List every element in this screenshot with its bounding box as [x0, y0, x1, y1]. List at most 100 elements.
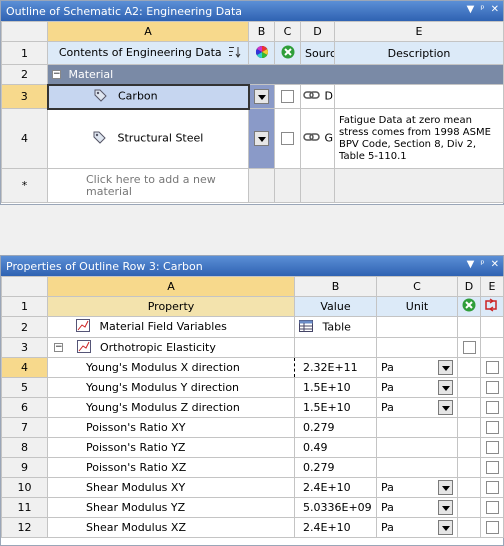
property-header[interactable]: Property — [47, 296, 295, 317]
unit-dropdown-icon[interactable] — [438, 520, 453, 535]
unit-cell[interactable]: Pa — [376, 377, 458, 398]
value-cell[interactable]: 2.4E+10 — [294, 477, 377, 498]
value-cell[interactable]: 5.0336E+09 — [294, 497, 377, 518]
table-row[interactable]: 11 Shear Modulus YZ 5.0336E+09 Pa — [1, 497, 504, 518]
parameter-checkbox[interactable] — [485, 461, 499, 475]
column-header-b[interactable]: B — [294, 276, 377, 297]
table-row[interactable]: 8 Poisson's Ratio YZ 0.49 — [1, 437, 504, 458]
table-row[interactable]: 9 Poisson's Ratio XZ 0.279 — [1, 457, 504, 478]
unit-cell[interactable]: Pa — [376, 497, 458, 518]
e-cell[interactable] — [480, 437, 504, 458]
e-cell[interactable] — [480, 397, 504, 418]
unit-dropdown-icon[interactable] — [438, 500, 453, 515]
dropdown-arrow-icon[interactable] — [254, 131, 269, 146]
suppress-header-cell[interactable] — [457, 296, 481, 317]
collapse-icon[interactable]: − — [52, 70, 61, 80]
sort-icon[interactable] — [228, 46, 241, 61]
parameter-checkbox[interactable] — [485, 441, 499, 455]
parameter-checkbox[interactable] — [485, 361, 499, 375]
properties-dropdown-button[interactable]: ▼ — [467, 258, 475, 272]
properties-close-button[interactable]: ✕ — [491, 258, 499, 272]
carbon-suppress-cell[interactable] — [274, 84, 301, 109]
table-row[interactable]: 12 Shear Modulus XZ 2.4E+10 Pa — [1, 517, 504, 538]
unit-dropdown-icon[interactable] — [438, 360, 453, 375]
table-row[interactable]: 6 Young's Modulus Z direction 1.5E+10 Pa — [1, 397, 504, 418]
carbon-description-cell[interactable] — [334, 84, 504, 109]
properties-pin-button[interactable]: ᵖ — [480, 258, 484, 272]
value-cell[interactable]: 1.5E+10 — [294, 397, 377, 418]
add-material-cell[interactable]: Click here to add a new material — [47, 168, 249, 203]
table-row[interactable]: 10 Shear Modulus XY 2.4E+10 Pa — [1, 477, 504, 498]
contents-header-cell[interactable]: Contents of Engineering Data — [47, 41, 249, 65]
table-row[interactable]: 4 Structural Steel G Fatigue Data at zer… — [1, 108, 504, 169]
value-cell[interactable]: 2.4E+10 — [294, 517, 377, 538]
property-cell[interactable]: Material Field Variables — [47, 316, 295, 338]
column-header-d[interactable]: D — [457, 276, 481, 297]
parameter-checkbox[interactable] — [485, 381, 499, 395]
e-cell[interactable] — [480, 517, 504, 538]
property-cell[interactable]: Shear Modulus XY — [47, 477, 295, 498]
outline-close-button[interactable]: ✕ — [491, 3, 499, 17]
column-header-e[interactable]: E — [334, 21, 504, 42]
value-cell[interactable]: 0.279 — [294, 457, 377, 478]
suppress-checkbox[interactable] — [281, 90, 294, 104]
parameter-checkbox[interactable] — [485, 481, 499, 495]
source-header[interactable]: Source — [300, 41, 335, 65]
suppress-checkbox[interactable] — [281, 132, 294, 146]
parameter-checkbox[interactable] — [485, 521, 499, 535]
column-header-c[interactable]: C — [274, 21, 301, 42]
e-cell[interactable] — [480, 377, 504, 398]
value-cell[interactable]: Table — [294, 316, 377, 338]
unit-header[interactable]: Unit — [376, 296, 458, 317]
steel-suppress-cell[interactable] — [274, 108, 301, 169]
column-header-a[interactable]: A — [47, 21, 249, 42]
property-cell[interactable]: Young's Modulus X direction — [47, 357, 295, 378]
color-wheel-header-cell[interactable] — [248, 41, 275, 65]
column-header-b[interactable]: B — [248, 21, 275, 42]
property-cell[interactable]: Poisson's Ratio XZ — [47, 457, 295, 478]
unit-cell[interactable]: Pa — [376, 397, 458, 418]
column-header-d[interactable]: D — [300, 21, 335, 42]
table-row[interactable]: 3 Carbon D — [1, 83, 504, 110]
d-cell[interactable] — [457, 337, 481, 358]
table-row[interactable]: 3 − Orthotropic Elasticity — [1, 337, 504, 358]
parameter-header-cell[interactable] — [480, 296, 504, 317]
property-cell[interactable]: Shear Modulus YZ — [47, 497, 295, 518]
e-cell[interactable] — [480, 477, 504, 498]
property-cell[interactable]: Young's Modulus Y direction — [47, 377, 295, 398]
e-cell[interactable] — [480, 457, 504, 478]
value-cell[interactable]: 0.279 — [294, 417, 377, 438]
steel-source-cell[interactable]: G — [300, 108, 335, 169]
property-cell[interactable]: Shear Modulus XZ — [47, 517, 295, 538]
property-cell[interactable]: Poisson's Ratio XY — [47, 417, 295, 438]
column-header-c[interactable]: C — [376, 276, 458, 297]
description-header[interactable]: Description — [334, 41, 504, 65]
unit-cell[interactable]: Pa — [376, 357, 458, 378]
e-cell[interactable] — [480, 497, 504, 518]
dropdown-arrow-icon[interactable] — [254, 89, 270, 104]
material-group-row[interactable]: − Material — [47, 64, 504, 85]
e-cell[interactable] — [480, 417, 504, 438]
outline-pin-button[interactable]: ᵖ — [480, 3, 484, 17]
table-row[interactable]: 5 Young's Modulus Y direction 1.5E+10 Pa — [1, 377, 504, 398]
table-row[interactable]: 7 Poisson's Ratio XY 0.279 — [1, 417, 504, 438]
column-header-a[interactable]: A — [47, 276, 295, 297]
property-cell[interactable]: Young's Modulus Z direction — [47, 397, 295, 418]
unit-dropdown-icon[interactable] — [438, 480, 453, 495]
value-header[interactable]: Value — [294, 296, 377, 317]
suppress-checkbox[interactable] — [462, 341, 476, 355]
unit-dropdown-icon[interactable] — [438, 380, 453, 395]
e-cell[interactable] — [480, 357, 504, 378]
collapse-icon[interactable]: − — [54, 343, 63, 352]
table-row[interactable]: * Click here to add a new material — [1, 168, 504, 203]
property-cell[interactable]: Poisson's Ratio YZ — [47, 437, 295, 458]
parameter-checkbox[interactable] — [485, 501, 499, 515]
table-row[interactable]: 4 Young's Modulus X direction 2.32E+11 Pa — [1, 357, 504, 378]
suppress-header-cell[interactable] — [274, 41, 301, 65]
outline-dropdown-button[interactable]: ▼ — [467, 3, 475, 17]
unit-cell[interactable]: Pa — [376, 477, 458, 498]
unit-dropdown-icon[interactable] — [438, 400, 453, 415]
carbon-name-cell[interactable]: Carbon — [46, 83, 250, 110]
parameter-checkbox[interactable] — [485, 421, 499, 435]
value-cell[interactable]: 0.49 — [294, 437, 377, 458]
